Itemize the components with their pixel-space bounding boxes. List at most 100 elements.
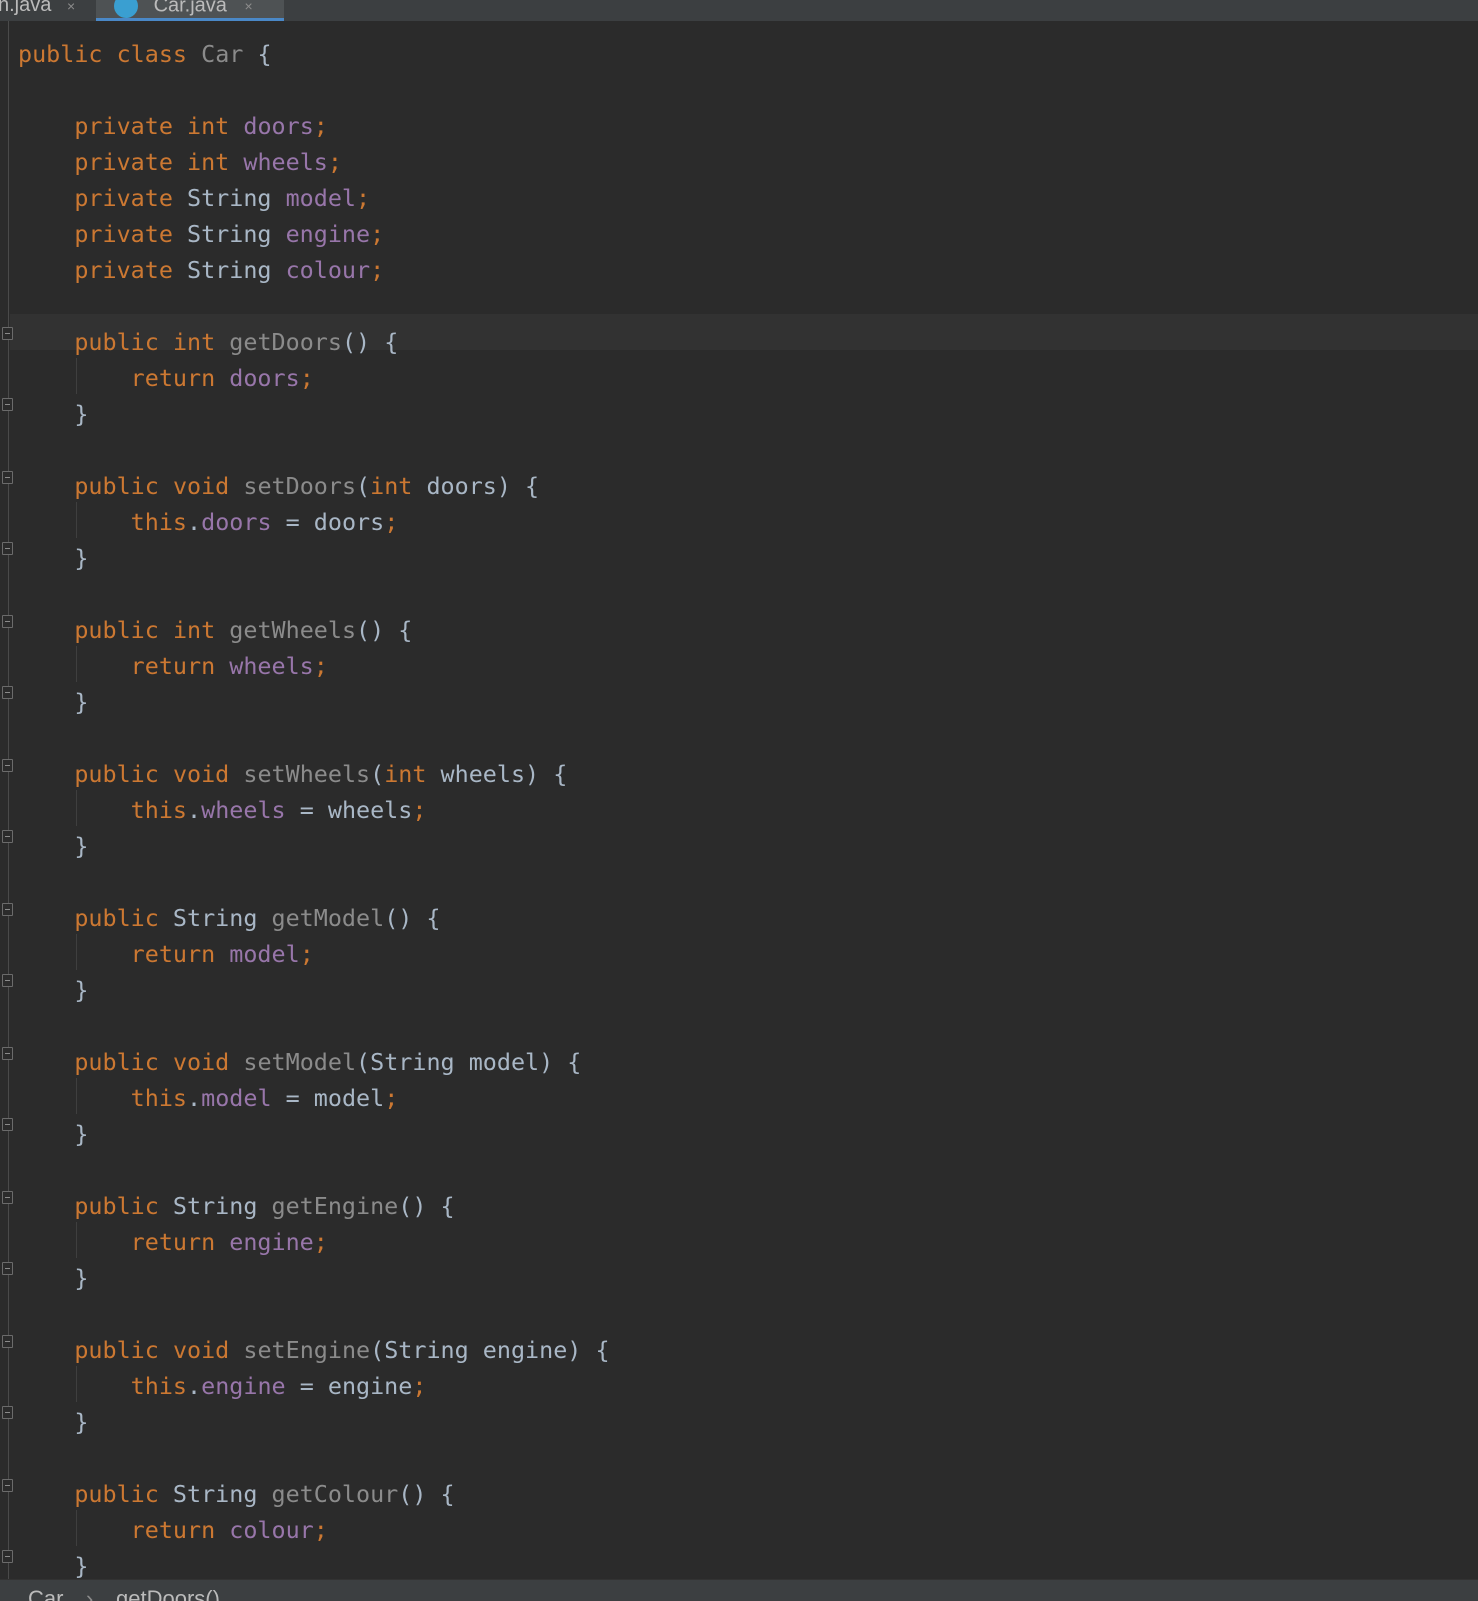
code-line[interactable]: public class Car { <box>18 36 610 72</box>
close-icon[interactable]: × <box>245 0 253 14</box>
close-icon[interactable]: × <box>67 0 75 14</box>
code-line[interactable]: return colour; <box>18 1512 610 1548</box>
fold-collapse-icon[interactable] <box>2 471 13 484</box>
fold-end-icon[interactable] <box>2 1550 13 1563</box>
fold-collapse-icon[interactable] <box>2 615 13 628</box>
fold-end-icon[interactable] <box>2 974 13 987</box>
code-line[interactable]: public int getWheels() { <box>18 612 610 648</box>
code-token: getColour <box>271 1480 399 1508</box>
tab-car-java[interactable]: Car.java × <box>96 0 284 21</box>
code-token: void <box>172 1336 230 1364</box>
java-class-icon <box>114 0 138 18</box>
code-line[interactable] <box>18 1440 610 1476</box>
code-line[interactable] <box>18 576 610 612</box>
code-line[interactable]: return doors; <box>18 360 610 396</box>
code-line[interactable]: } <box>18 1404 610 1440</box>
code-line[interactable]: private String model; <box>18 180 610 216</box>
fold-end-icon[interactable] <box>2 830 13 843</box>
breadcrumb-method[interactable]: getDoors() <box>116 1586 220 1601</box>
tab-label: Car.java <box>153 0 227 17</box>
fold-collapse-icon[interactable] <box>2 903 13 916</box>
code-line[interactable]: public void setEngine(String engine) { <box>18 1332 609 1368</box>
code-line[interactable]: return engine; <box>18 1224 610 1260</box>
tab-n-java[interactable]: n.java × <box>0 0 94 21</box>
code-token: private <box>74 220 173 248</box>
fold-collapse-icon[interactable] <box>2 1335 13 1348</box>
code-editor[interactable]: public class Car { private int doors; pr… <box>0 21 1478 1579</box>
code-token: ; <box>313 652 328 680</box>
fold-collapse-icon[interactable] <box>2 759 13 772</box>
code-token: int <box>172 328 216 356</box>
code-line[interactable]: this.model = model; <box>18 1080 610 1116</box>
code-token: doors <box>201 508 272 536</box>
code-line[interactable]: this.wheels = wheels; <box>18 792 610 828</box>
code-line[interactable]: public String getModel() { <box>18 900 610 936</box>
code-line[interactable]: this.doors = doors; <box>18 504 610 540</box>
code-line[interactable]: } <box>18 540 610 576</box>
code-line[interactable]: private String colour; <box>18 252 610 288</box>
code-token: ; <box>313 1516 328 1544</box>
code-line[interactable] <box>18 432 610 468</box>
code-line[interactable]: public void setDoors(int doors) { <box>18 468 610 504</box>
code-line[interactable] <box>18 288 610 324</box>
fold-collapse-icon[interactable] <box>2 1479 13 1492</box>
code-line[interactable]: } <box>18 684 610 720</box>
code-token: private <box>74 148 173 176</box>
code-token: String <box>158 904 272 932</box>
breadcrumb-separator-icon: › <box>86 1586 94 1601</box>
code-line[interactable]: public void setModel(String model) { <box>18 1044 610 1080</box>
fold-end-icon[interactable] <box>2 686 13 699</box>
code-line[interactable]: public String getColour() { <box>18 1476 610 1512</box>
fold-collapse-icon[interactable] <box>2 327 13 340</box>
code-line[interactable]: } <box>18 396 610 432</box>
breadcrumb-class[interactable]: Car <box>28 1586 63 1601</box>
code-token: model <box>285 184 357 212</box>
code-token: ( <box>356 472 371 500</box>
fold-end-icon[interactable] <box>2 398 13 411</box>
code-token: String <box>158 1480 272 1508</box>
code-line[interactable] <box>18 1008 610 1044</box>
code-line[interactable]: return model; <box>18 936 610 972</box>
fold-end-icon[interactable] <box>2 1118 13 1131</box>
code-line[interactable]: } <box>18 972 610 1008</box>
code-line[interactable]: public int getDoors() { <box>18 324 610 360</box>
code-token: public <box>74 472 159 500</box>
code-line[interactable]: return wheels; <box>18 648 610 684</box>
code-line[interactable]: } <box>18 1116 610 1152</box>
code-line[interactable]: private int wheels; <box>18 144 610 180</box>
code-line[interactable] <box>18 72 610 108</box>
code-token: colour <box>285 256 371 284</box>
code-line[interactable]: private String engine; <box>18 216 610 252</box>
code-line[interactable] <box>18 720 610 756</box>
code-token: () { <box>398 1192 455 1220</box>
code-token: wheels <box>201 796 286 824</box>
code-line[interactable]: } <box>18 828 610 864</box>
fold-end-icon[interactable] <box>2 1262 13 1275</box>
code-line[interactable]: } <box>18 1260 610 1296</box>
code-line[interactable]: public String getEngine() { <box>18 1188 610 1224</box>
source-code[interactable]: public class Car { private int doors; pr… <box>18 36 610 1579</box>
code-token: void <box>172 1048 230 1076</box>
code-line[interactable]: public void setWheels(int wheels) { <box>18 756 610 792</box>
code-line[interactable] <box>18 864 610 900</box>
code-line[interactable]: this.engine = engine; <box>18 1368 610 1404</box>
fold-collapse-icon[interactable] <box>2 1191 13 1204</box>
code-token: String <box>172 220 286 248</box>
code-line[interactable]: private int doors; <box>18 108 610 144</box>
code-token: = engine <box>285 1372 413 1400</box>
code-line[interactable]: } <box>18 1548 610 1579</box>
code-line[interactable] <box>18 1296 610 1332</box>
code-token: setWheels <box>243 760 371 788</box>
fold-end-icon[interactable] <box>2 542 13 555</box>
fold-collapse-icon[interactable] <box>2 1047 13 1060</box>
code-line[interactable] <box>18 1152 610 1188</box>
fold-end-icon[interactable] <box>2 1406 13 1419</box>
code-token: this <box>130 508 188 536</box>
